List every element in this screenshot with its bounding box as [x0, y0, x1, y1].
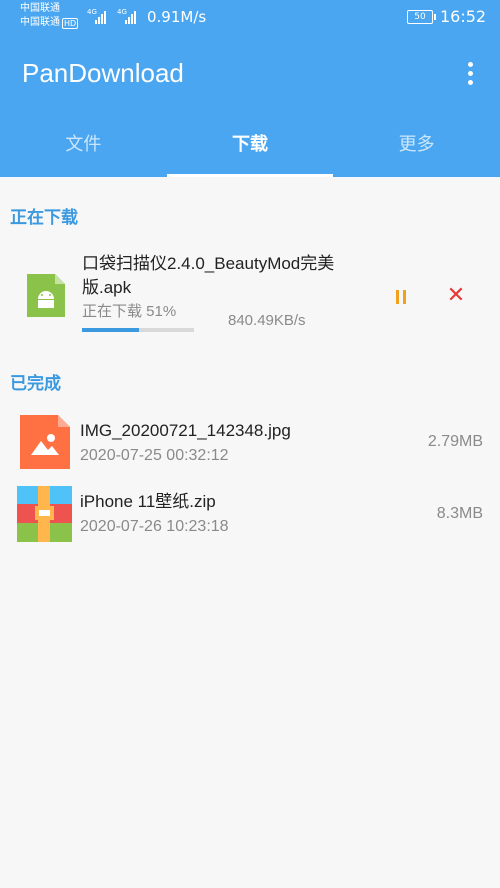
carrier-2: 中国联通 [20, 17, 60, 28]
network-speed: 0.91M/s [147, 8, 207, 26]
download-file-name: 口袋扫描仪2.4.0_BeautyMod完美版.apk [82, 254, 335, 297]
signal-2-icon: 4G [117, 8, 143, 24]
tab-files[interactable]: 文件 [0, 118, 167, 177]
app-title: PanDownload [22, 58, 184, 88]
status-bar: 中国联通 中国联通 HD 4G 4G 0.91M/s 50 16:52 [0, 0, 500, 36]
download-progress-bar [82, 328, 194, 332]
cancel-button[interactable]: ✕ [444, 284, 468, 308]
completed-file-date: 2020-07-26 10:23:18 [80, 518, 229, 535]
carrier-1: 中国联通 [20, 3, 60, 14]
completed-file-name: iPhone 11壁纸.zip [80, 492, 216, 511]
downloading-section-title: 正在下载 [10, 208, 78, 228]
download-status: 正在下载 51% [82, 303, 177, 320]
pause-button[interactable] [389, 286, 413, 308]
completed-section-title: 已完成 [10, 374, 61, 394]
completed-file-size: 8.3MB [436, 505, 483, 522]
completed-file-name: IMG_20200721_142348.jpg [80, 421, 291, 440]
more-vert-icon[interactable] [460, 58, 480, 88]
download-speed: 840.49KB/s [228, 312, 306, 329]
completed-file-date: 2020-07-25 00:32:12 [80, 447, 229, 464]
tab-bar: 文件 下载 更多 [0, 118, 500, 177]
battery-icon: 50 [407, 10, 436, 24]
tab-more[interactable]: 更多 [333, 118, 500, 177]
completed-file-size: 2.79MB [427, 433, 483, 450]
signal-1-icon: 4G [87, 8, 113, 24]
android-apk-icon [27, 274, 65, 317]
app-bar: 中国联通 中国联通 HD 4G 4G 0.91M/s 50 16:52 PanD… [0, 0, 500, 177]
carrier-info: 中国联通 中国联通 HD [20, 2, 79, 30]
signal-indicators: 4G 4G [87, 8, 143, 24]
tab-downloads[interactable]: 下载 [166, 118, 334, 177]
download-progress-fill [82, 328, 140, 332]
zip-archive-icon [17, 486, 72, 542]
image-file-icon [20, 415, 70, 469]
hd-badge: HD [62, 17, 79, 29]
clock: 16:52 [440, 7, 487, 26]
